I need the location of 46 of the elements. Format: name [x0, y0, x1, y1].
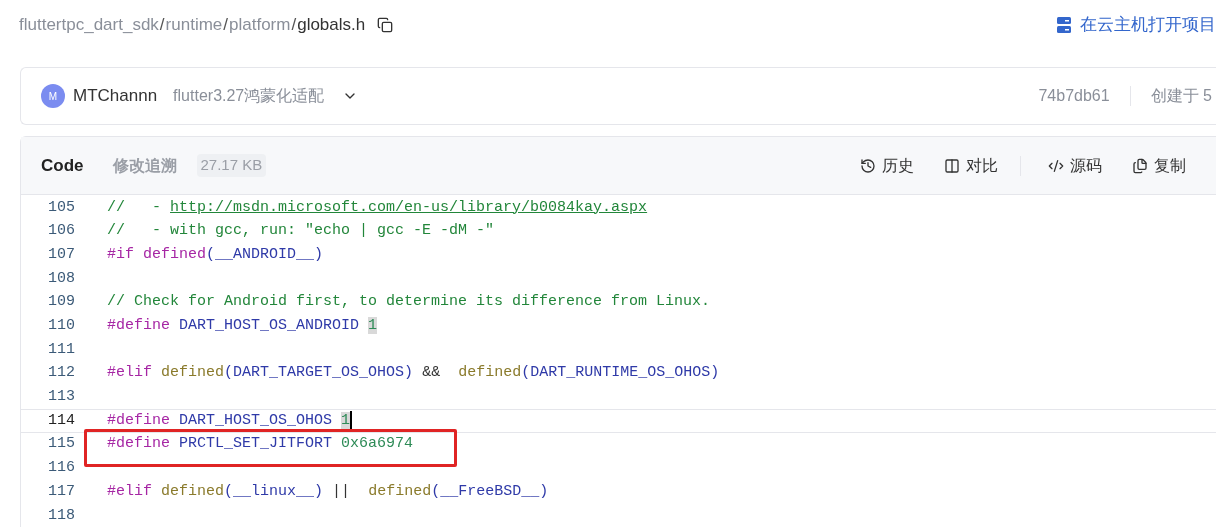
code-line: // Check for Android first, to determine its difference from Linux. — [107, 292, 711, 313]
code-line: #elif defined(__linux__) || defined(__FreeBSD__) — [107, 481, 549, 502]
line-number: 118 — [47, 505, 75, 526]
path-separator: / — [222, 14, 229, 37]
line-number: 106 — [47, 221, 75, 242]
line-number: 109 — [47, 292, 75, 313]
line-number: 111 — [47, 339, 75, 360]
commit-message: flutter3.27鸿蒙化适配 — [173, 86, 325, 106]
text-cursor — [350, 411, 353, 432]
toolbar-button[interactable]: 复制 — [1132, 153, 1186, 178]
path-separator: / — [290, 14, 298, 37]
line-number: 112 — [47, 363, 75, 384]
commit-hash: 74b7db61 — [1038, 86, 1110, 106]
history-icon — [860, 157, 876, 174]
line-number: 113 — [47, 387, 75, 408]
code-line: #if defined(__ANDROID__) — [107, 244, 324, 265]
toolbar-button[interactable]: 历史 — [860, 153, 914, 178]
toolbar-button[interactable]: 源码 — [1048, 153, 1102, 178]
code-line: #define DART_HOST_OS_OHOS 1 — [107, 410, 351, 431]
avatar: M — [41, 84, 65, 108]
line-number: 105 — [47, 197, 75, 218]
line-number: 114 — [47, 410, 75, 431]
line-number: 108 — [47, 268, 75, 289]
code-line: // - http://msdn.microsoft.com/en-us/library/b0084kay.aspx — [107, 197, 648, 218]
code-line: #define DART_HOST_OS_ANDROID 1 — [107, 316, 378, 337]
view-tab[interactable]: Code — [41, 152, 84, 179]
code-icon — [1048, 157, 1064, 174]
code-line: #elif defined(DART_TARGET_OS_OHOS) && defined(DART_RUNTIME_OS_OHOS) — [107, 363, 720, 384]
server-icon — [1056, 16, 1072, 34]
copy-icon[interactable] — [377, 17, 394, 33]
author-name: MTChannn — [73, 85, 158, 108]
line-number: 116 — [47, 458, 75, 479]
line-number: 107 — [47, 244, 75, 265]
compare-icon — [944, 157, 960, 174]
path-separator: / — [159, 14, 166, 37]
line-number: 115 — [47, 434, 75, 455]
file-size: 27.17 KB — [196, 154, 267, 177]
code-line: // - with gcc, run: "echo | gcc -E -dM -" — [107, 221, 495, 242]
line-number: 110 — [47, 316, 75, 337]
created-date: 创建于 5 — [1150, 86, 1212, 106]
code-line: #define PRCTL_SET_JITFORT 0x6a6974 — [107, 434, 414, 455]
line-number: 117 — [47, 481, 75, 502]
copy-icon — [1132, 157, 1148, 174]
open-in-cloud-link[interactable]: 在云主机打开项目 — [1080, 12, 1216, 38]
file-name: globals.h — [297, 14, 366, 37]
toolbar-button[interactable]: 对比 — [944, 153, 998, 178]
